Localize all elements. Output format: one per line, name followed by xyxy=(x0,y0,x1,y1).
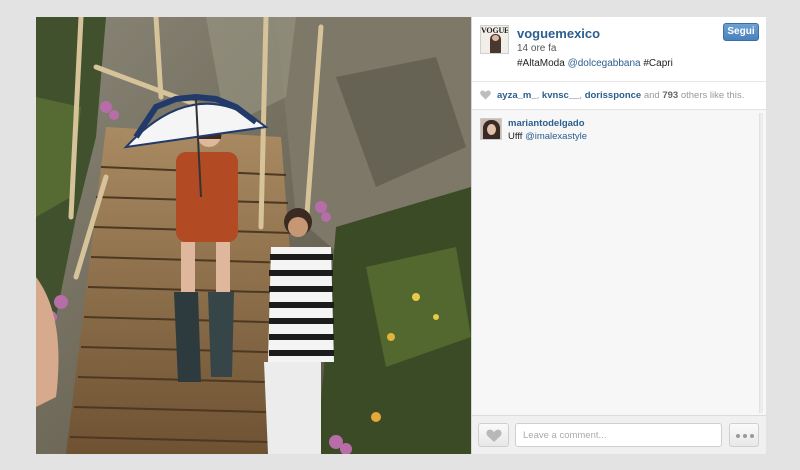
post-side-panel: VOGUE voguemexico 14 ore fa #AltaModa @d… xyxy=(471,17,766,454)
follow-button[interactable]: Segui xyxy=(723,23,759,41)
likes-row: ayza_m_, kvnsc__, dorissponce and 793 ot… xyxy=(472,82,766,110)
post-username[interactable]: voguemexico xyxy=(517,26,600,41)
like-button[interactable] xyxy=(478,423,509,447)
comments-scrollbar[interactable] xyxy=(759,113,763,413)
comment-item: mariantodelgado Ufff @imalexastyle xyxy=(480,118,750,146)
likes-text: ayza_m_, kvnsc__, dorissponce and 793 ot… xyxy=(497,90,745,101)
comment-bar xyxy=(472,415,766,454)
post-modal: VOGUE voguemexico 14 ore fa #AltaModa @d… xyxy=(36,17,766,454)
liker-3[interactable]: dorissponce xyxy=(585,90,642,101)
comment-text: Ufff @imalexastyle xyxy=(508,131,587,142)
comment-avatar[interactable] xyxy=(480,118,502,140)
post-header: VOGUE voguemexico 14 ore fa #AltaModa @d… xyxy=(472,17,766,82)
comment-input[interactable] xyxy=(515,423,722,447)
heart-icon xyxy=(480,90,491,100)
post-time: 14 ore fa xyxy=(517,43,557,54)
more-options-button[interactable] xyxy=(729,423,759,447)
comment-body: Ufff xyxy=(508,131,526,142)
caption-hashtag[interactable]: #AltaModa xyxy=(517,58,565,69)
comment-username[interactable]: mariantodelgado xyxy=(508,118,585,129)
heart-icon xyxy=(486,429,502,442)
likes-and: and xyxy=(643,90,660,101)
liker-2[interactable]: kvnsc__ xyxy=(542,90,580,101)
comment-mention[interactable]: @imalexastyle xyxy=(525,131,587,142)
caption-hashtag-2[interactable]: #Capri xyxy=(641,58,672,69)
ellipsis-icon xyxy=(736,434,740,438)
post-caption: #AltaModa @dolcegabbana #Capri xyxy=(517,58,673,69)
post-photo xyxy=(36,17,471,454)
avatar-face xyxy=(487,124,496,135)
caption-mention[interactable]: @dolcegabbana xyxy=(568,58,641,69)
ellipsis-icon xyxy=(750,434,754,438)
avatar[interactable]: VOGUE xyxy=(480,25,509,54)
likes-count[interactable]: 793 xyxy=(662,90,678,101)
ellipsis-icon xyxy=(743,434,747,438)
comments-list: mariantodelgado Ufff @imalexastyle xyxy=(472,110,766,415)
avatar-face xyxy=(492,35,499,41)
likes-suffix: others like this. xyxy=(680,90,745,101)
photo-image xyxy=(36,17,471,454)
liker-1[interactable]: ayza_m_ xyxy=(497,90,537,101)
